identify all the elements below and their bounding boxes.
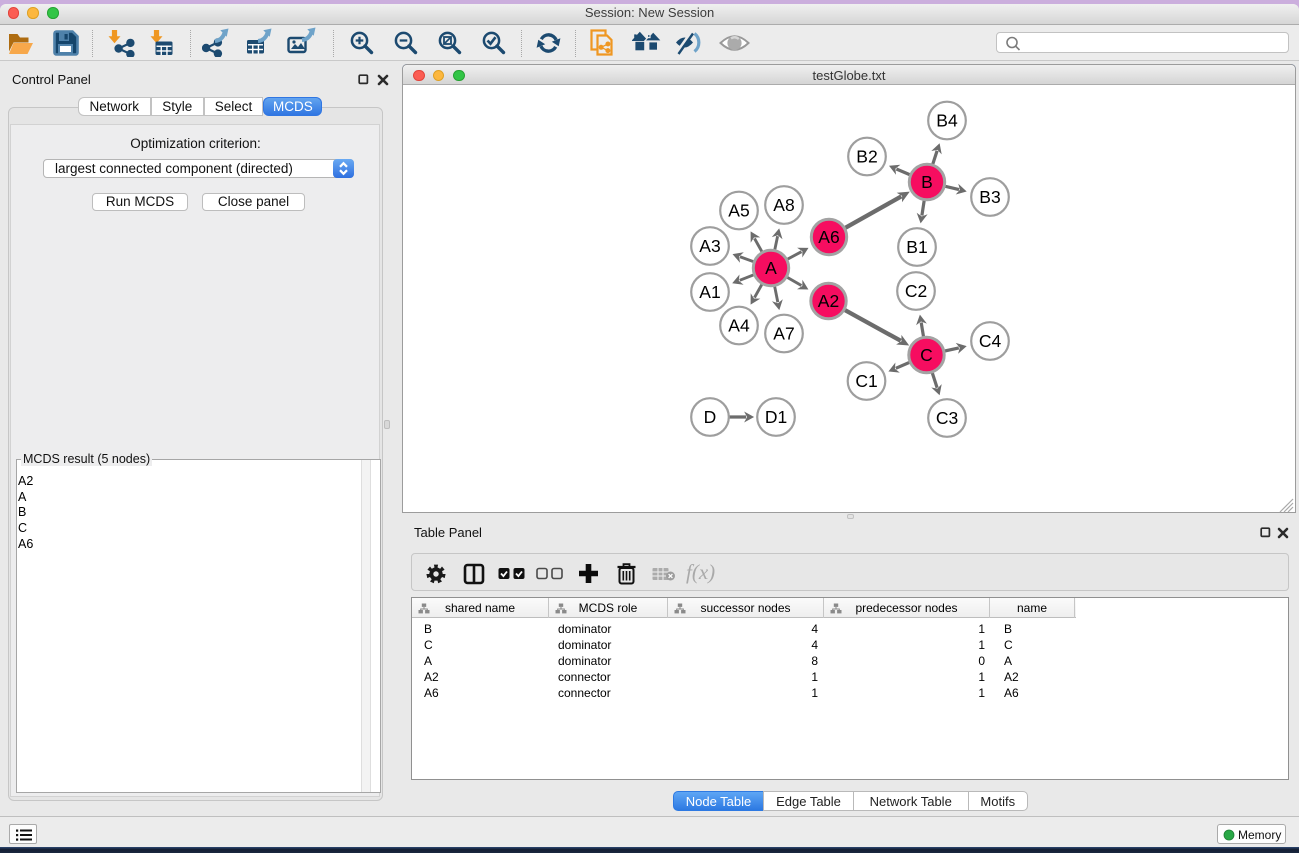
svg-text:B3: B3: [979, 187, 1000, 207]
svg-text:C1: C1: [855, 371, 877, 391]
svg-text:A2: A2: [818, 291, 839, 311]
svg-text:C3: C3: [936, 408, 958, 428]
svg-text:D1: D1: [765, 407, 787, 427]
svg-text:B1: B1: [906, 237, 927, 257]
svg-text:B2: B2: [856, 147, 877, 167]
svg-text:B: B: [921, 172, 933, 192]
svg-text:A4: A4: [728, 316, 750, 336]
svg-text:A7: A7: [773, 324, 794, 344]
svg-text:A8: A8: [773, 195, 794, 215]
svg-text:C4: C4: [979, 331, 1002, 351]
svg-text:A: A: [765, 258, 777, 278]
svg-text:C: C: [920, 345, 933, 365]
svg-text:A6: A6: [818, 227, 839, 247]
svg-text:D: D: [704, 407, 717, 427]
svg-text:A5: A5: [728, 201, 749, 221]
svg-text:B4: B4: [936, 111, 958, 131]
svg-text:A1: A1: [699, 282, 720, 302]
svg-text:A3: A3: [699, 236, 720, 256]
svg-text:C2: C2: [905, 281, 927, 301]
